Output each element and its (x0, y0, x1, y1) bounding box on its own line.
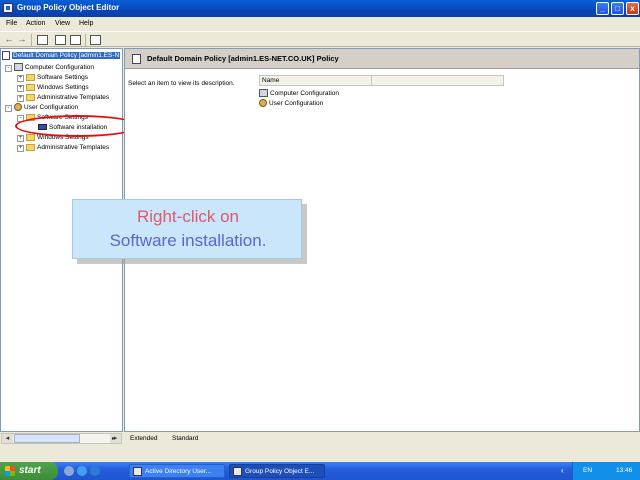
export-list-icon[interactable] (70, 35, 81, 45)
menu-view[interactable]: View (55, 20, 70, 27)
folder-icon (26, 93, 35, 101)
computer-icon (259, 89, 268, 98)
scrollbar-thumb[interactable] (14, 434, 80, 443)
tray-expand-icon[interactable]: ‹ (561, 466, 564, 475)
computer-icon (14, 63, 23, 72)
window-title: Group Policy Object Editor (17, 3, 120, 12)
tree-item-label: User Configuration (24, 104, 79, 111)
menu-help[interactable]: Help (79, 20, 93, 27)
back-icon[interactable]: ← (3, 34, 15, 45)
scroll-left-icon[interactable]: ◂ (2, 434, 13, 443)
expand-icon[interactable]: + (17, 75, 24, 82)
properties-icon[interactable] (55, 35, 66, 45)
toolbar-separator (85, 34, 86, 46)
instruction-callout: Right-click on Software installation. (72, 199, 302, 259)
task-label: Active Directory User... (145, 468, 212, 475)
show-desktop-icon[interactable] (64, 466, 74, 476)
menu-file[interactable]: File (6, 20, 17, 27)
tree-item-cc-administrative-templates[interactable]: Administrative Templates (26, 93, 109, 103)
task-label: Group Policy Object E... (245, 468, 315, 475)
menu-action[interactable]: Action (26, 20, 45, 27)
tab-standard[interactable]: Standard (172, 434, 198, 444)
details-header: Default Domain Policy [admin1.ES-NET.CO.… (125, 49, 639, 69)
tree-item-cc-software-settings[interactable]: Software Settings (26, 73, 88, 83)
active-directory-icon (133, 467, 142, 476)
forward-icon[interactable]: → (16, 34, 28, 45)
list-item-computer-configuration[interactable]: Computer Configuration (259, 89, 339, 99)
start-label: start (19, 465, 41, 476)
collapse-icon[interactable]: - (5, 65, 12, 72)
toolbar-separator (31, 34, 32, 46)
title-bar[interactable]: Group Policy Object Editor _ □ x (0, 0, 640, 17)
tree-item-cc-windows-settings[interactable]: Windows Settings (26, 83, 89, 93)
tree-item-computer-configuration[interactable]: Computer Configuration (14, 63, 94, 73)
tree-item-root[interactable]: Default Domain Policy [admin1.ES-N (2, 51, 121, 61)
language-indicator[interactable]: EN (583, 467, 592, 474)
minimize-button[interactable]: _ (596, 2, 609, 15)
browser-icon[interactable] (90, 466, 100, 476)
policy-editor-icon (233, 467, 242, 476)
clock[interactable]: 13:46 (616, 467, 632, 474)
tree-horizontal-scrollbar[interactable]: ◂ ▸ (1, 433, 122, 444)
folder-icon (26, 143, 35, 151)
taskbar: start Active Directory User... Group Pol… (0, 462, 640, 480)
expand-icon[interactable]: + (17, 85, 24, 92)
policy-icon (132, 54, 141, 64)
highlight-circle (15, 115, 140, 137)
tree-item-label: Default Domain Policy [admin1.ES-N (12, 52, 121, 60)
task-active-directory-users[interactable]: Active Directory User... (129, 464, 225, 478)
app-icon[interactable] (3, 3, 13, 13)
user-icon (259, 99, 267, 108)
tree-item-label: Software Settings (37, 74, 88, 81)
toolbar: ← → (0, 31, 640, 47)
tree-item-label: Computer Configuration (25, 64, 95, 71)
callout-line-2: Software installation. (109, 231, 267, 250)
list-column-header: Name (259, 75, 504, 86)
system-tray: EN 13:46 (572, 462, 640, 480)
tree-item-label: Administrative Templates (37, 144, 110, 151)
tree-item-label: Administrative Templates (37, 94, 110, 101)
collapse-icon[interactable]: - (5, 105, 12, 112)
tree-item-label: Windows Settings (37, 84, 89, 91)
folder-icon (26, 73, 35, 81)
tab-scroll-icon[interactable]: ▸ (112, 435, 115, 442)
gpo-editor-window: Group Policy Object Editor _ □ x File Ac… (0, 0, 640, 462)
expand-icon[interactable]: + (17, 135, 24, 142)
expand-icon[interactable]: + (17, 95, 24, 102)
policy-icon (2, 51, 10, 60)
tab-extended[interactable]: Extended (130, 434, 157, 444)
list-item-user-configuration[interactable]: User Configuration (259, 99, 323, 109)
description-text: Select an item to view its description. (128, 80, 235, 87)
callout-line-1: Right-click on (136, 207, 240, 226)
start-button[interactable]: start (0, 462, 58, 480)
internet-explorer-icon[interactable] (77, 466, 87, 476)
task-group-policy-editor[interactable]: Group Policy Object E... (229, 464, 325, 478)
details-title: Default Domain Policy [admin1.ES-NET.CO.… (147, 54, 339, 63)
help-icon[interactable] (90, 35, 101, 45)
expand-icon[interactable]: + (17, 145, 24, 152)
maximize-button[interactable]: □ (611, 2, 624, 15)
windows-logo-icon (5, 466, 15, 476)
folder-icon (26, 133, 35, 141)
column-name[interactable]: Name (260, 76, 372, 85)
folder-icon (26, 83, 35, 91)
tree-item-user-configuration[interactable]: User Configuration (14, 103, 78, 113)
menu-bar: File Action View Help (0, 18, 640, 31)
view-tabs: ▸ Extended Standard (112, 433, 640, 445)
user-icon (14, 103, 22, 112)
close-button[interactable]: x (626, 2, 639, 15)
list-item-label: Computer Configuration (270, 90, 340, 97)
tree-item-uc-administrative-templates[interactable]: Administrative Templates (26, 143, 109, 153)
show-hide-tree-icon[interactable] (37, 35, 48, 45)
list-item-label: User Configuration (269, 100, 324, 107)
